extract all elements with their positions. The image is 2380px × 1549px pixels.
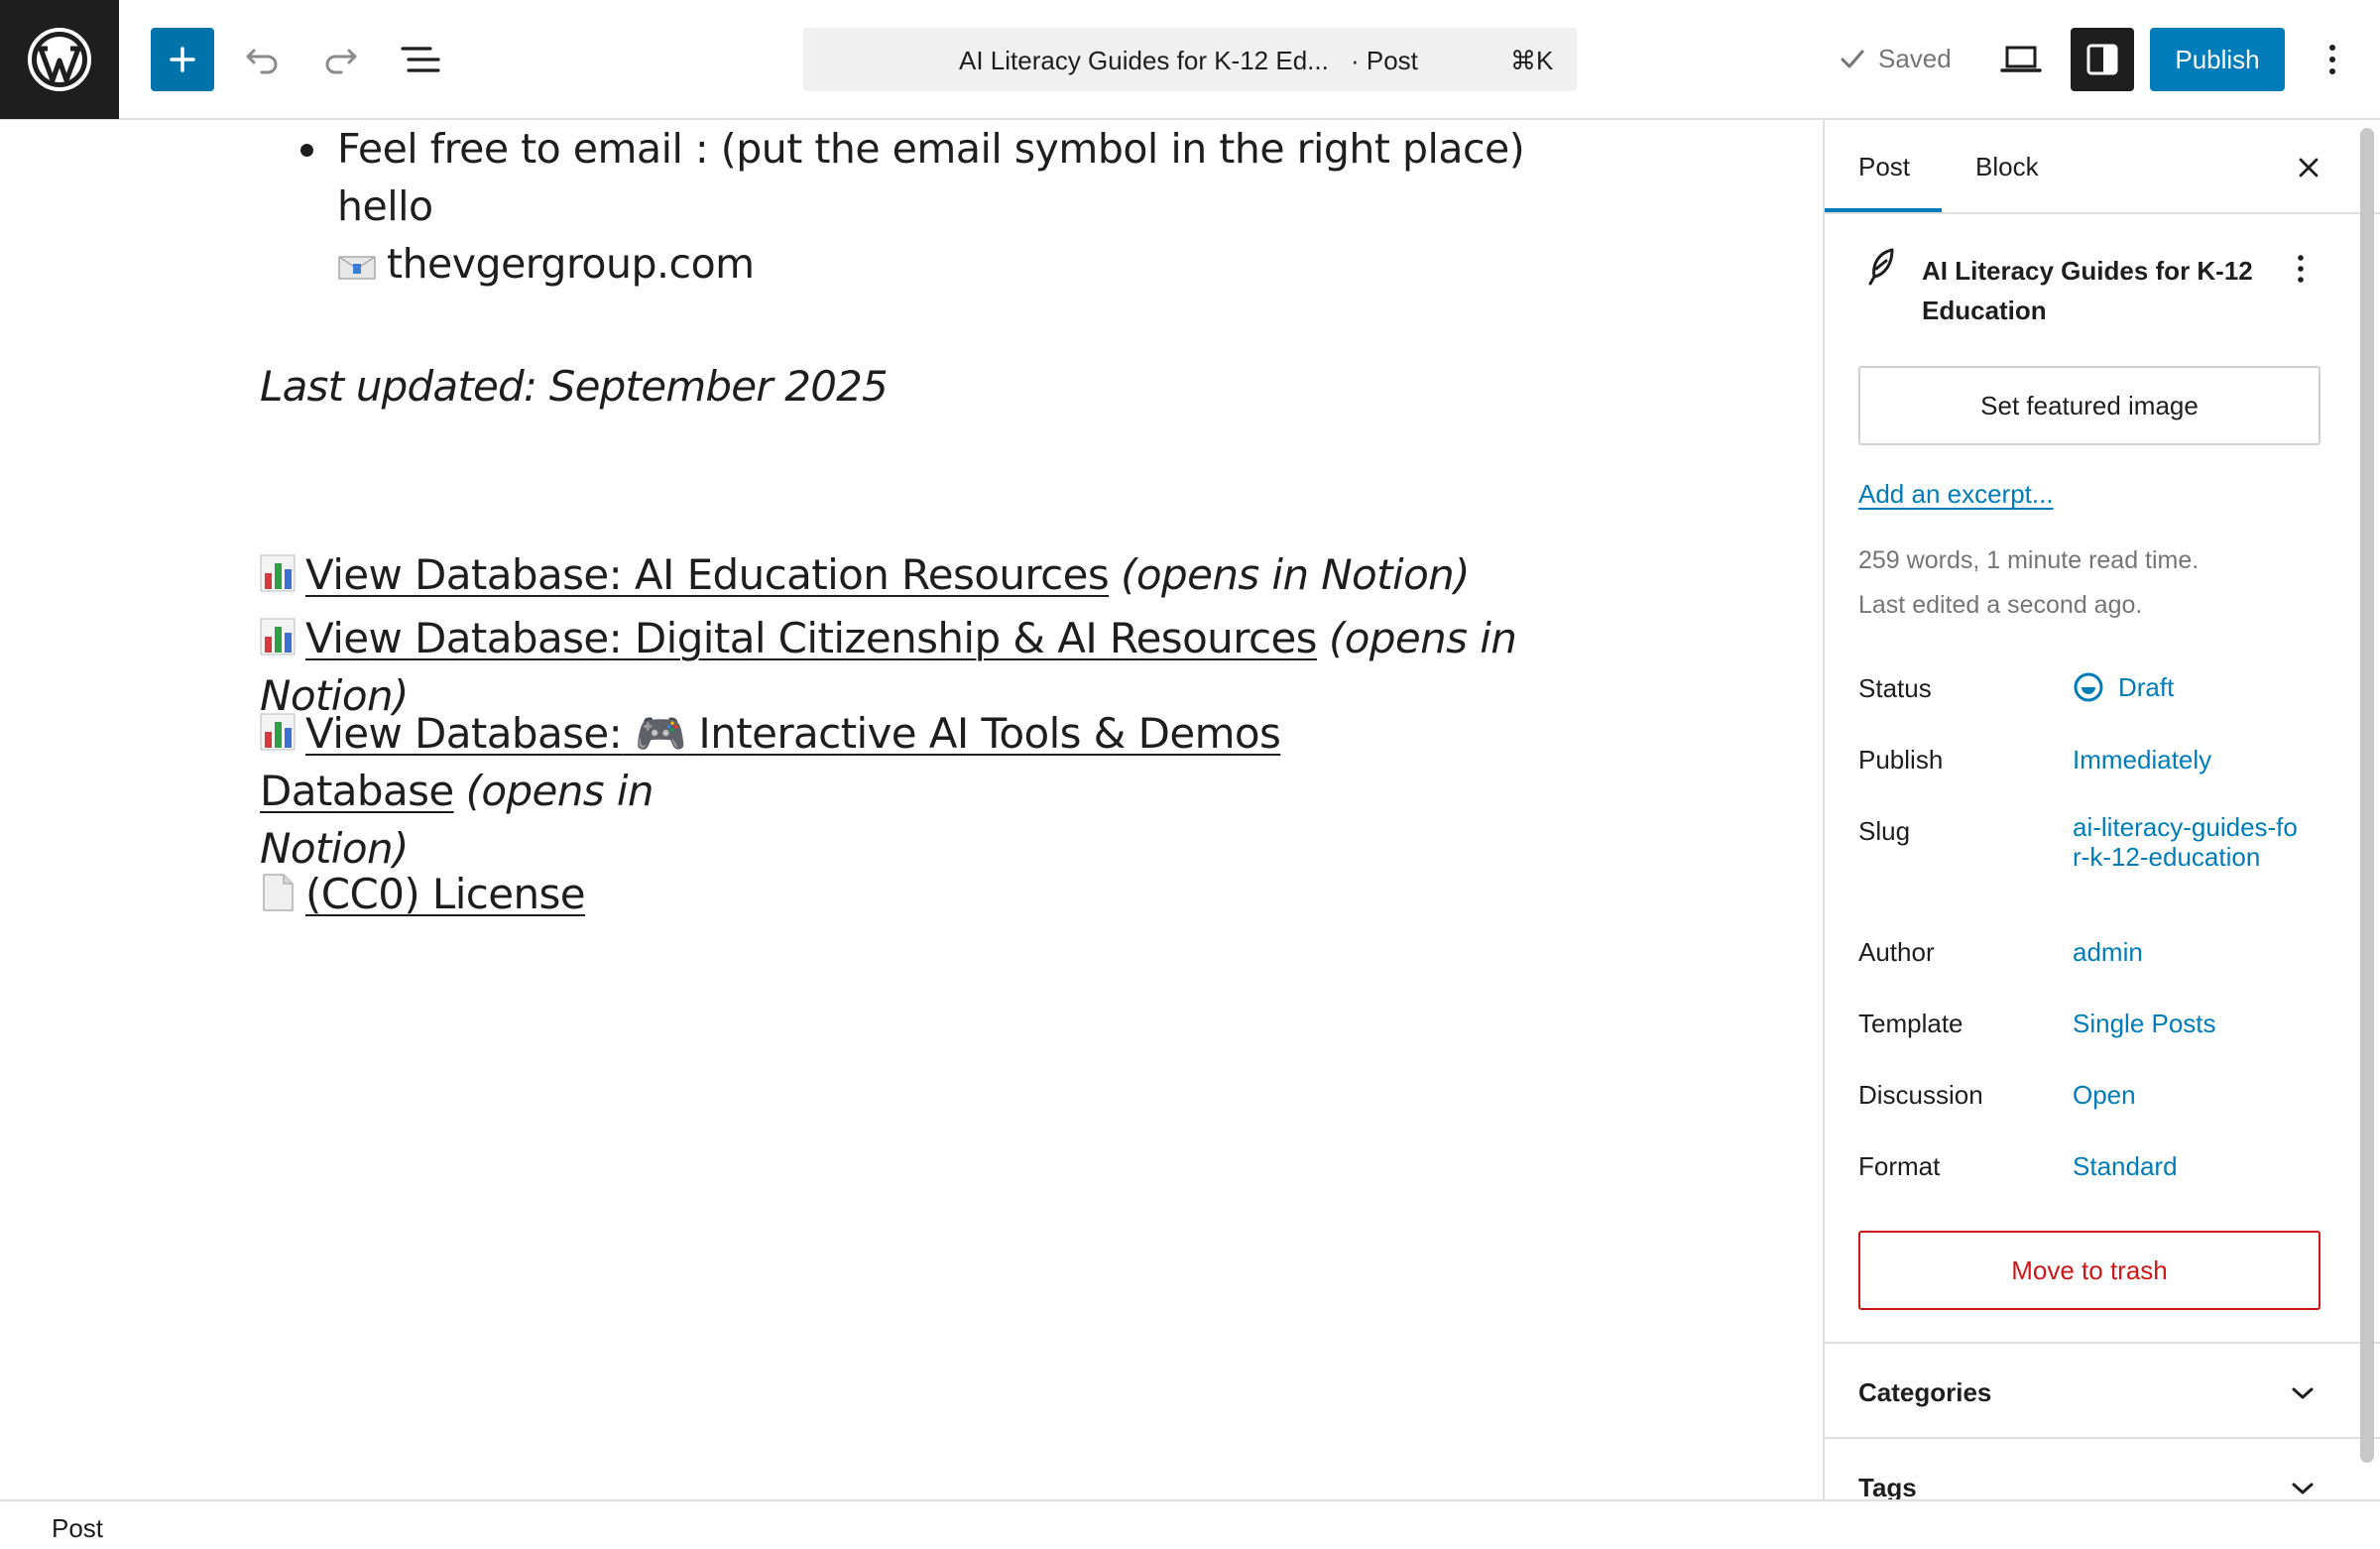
status-value-button[interactable]: Draft [2073,671,2174,703]
database-link-digital-citizenship[interactable]: View Database: Digital Citizenship & AI … [305,614,1318,662]
command-post-type: · Post [1351,46,1418,75]
license-row: (CC0) License [260,866,1569,923]
publish-button[interactable]: Publish [2150,28,2285,91]
view-button[interactable] [1989,28,2053,91]
close-sidebar-button[interactable] [2285,144,2332,191]
email-list-item[interactable]: Feel free to email : (put the email symb… [337,120,1527,293]
document-icon [263,874,294,911]
discussion-button[interactable]: Open [2073,1080,2136,1111]
categories-panel-toggle[interactable]: Categories [1858,1377,1991,1408]
sidebar-tabs: Post Block [1825,120,2380,214]
format-button[interactable]: Standard [2073,1151,2178,1182]
link-prefix: View Database: [305,709,623,758]
tags-panel-toggle[interactable]: Tags [1858,1473,1917,1499]
chevron-down-icon [2292,1483,2314,1494]
post-card-title: AI Literacy Guides for K-12 Education [1922,256,2253,325]
license-link[interactable]: (CC0) License [305,870,586,918]
list-bullet [300,144,313,157]
post-actions-button[interactable] [2281,249,2320,289]
tab-block[interactable]: Block [1975,152,2039,182]
categories-chevron-button[interactable] [2283,1373,2322,1413]
database-link-row: View Database: 🎮 Interactive AI Tools & … [260,705,1569,878]
redo-icon [325,49,357,74]
set-featured-image-button[interactable]: Set featured image [1858,366,2320,445]
slug-label: Slug [1858,816,1911,846]
command-shortcut: ⌘K [1510,46,1554,75]
move-to-trash-button[interactable]: Move to trash [1858,1231,2320,1310]
wordpress-logo-icon[interactable] [0,0,119,119]
slug-button[interactable]: ai-literacy-guides-for-k-12-education [2073,812,2301,872]
tab-post[interactable]: Post [1858,152,1910,182]
post-feather-icon [1868,248,1894,286]
bar-chart-icon [260,618,296,655]
database-link-interactive-tools[interactable]: View Database: 🎮 Interactive AI Tools & … [260,709,1281,815]
more-vertical-icon [2329,45,2335,74]
close-icon [2299,158,2319,178]
email-line-text: Feel free to email : (put the email symb… [337,125,1525,230]
publish-label: Publish [1858,745,1944,774]
command-palette-bar[interactable]: AI Literacy Guides for K-12 Ed... · Post… [803,28,1577,91]
bar-chart-icon [260,554,296,592]
bar-chart-icon [260,713,296,751]
database-link-ai-education[interactable]: View Database: AI Education Resources [305,550,1110,599]
document-overview-button[interactable] [389,28,452,91]
saved-indicator: Saved [1839,44,1952,74]
status-label: Status [1858,673,1932,703]
redo-button[interactable] [309,28,373,91]
draft-status-icon [2074,672,2103,702]
author-label: Author [1858,937,1935,967]
tags-chevron-button[interactable] [2283,1469,2322,1499]
active-tab-indicator [1825,208,1942,212]
discussion-label: Discussion [1858,1080,1983,1110]
options-menu-button[interactable] [2301,28,2364,91]
sidebar-settings-icon [2086,44,2118,75]
more-vertical-icon [2298,255,2304,283]
desktop-view-icon [2000,46,2042,72]
database-link-row: View Database: AI Education Resources (op… [260,546,1569,604]
format-label: Format [1858,1151,1941,1181]
envelope-icon [338,256,376,280]
last-edited-text: Last edited a second ago. [1858,591,2143,619]
panel-divider [1825,1437,2380,1439]
undo-button[interactable] [230,28,294,91]
author-button[interactable]: admin [2073,937,2143,968]
sidebar-scrollbar[interactable] [2360,128,2374,1463]
game-controller-icon: 🎮 [634,709,686,758]
settings-toggle-button[interactable] [2071,28,2134,91]
editor-header: AI Literacy Guides for K-12 Ed... · Post… [0,0,2380,120]
publish-date-button[interactable]: Immediately [2073,745,2211,775]
settings-sidebar: Post Block AI Literacy Guides for K-12 E… [1823,120,2380,1499]
opens-note-part1: (opens in [465,767,654,815]
breadcrumb-post[interactable]: Post [52,1513,103,1544]
block-breadcrumb-bar: Post [0,1499,2380,1549]
opens-in-notion-note: (opens in Notion) [1121,550,1470,599]
undo-icon [246,49,278,74]
status-value-text: Draft [2118,671,2175,702]
email-domain-text: thevgergroup.com [387,240,755,288]
chevron-down-icon [2292,1387,2314,1399]
template-label: Template [1858,1009,1964,1038]
template-button[interactable]: Single Posts [2073,1009,2216,1039]
last-updated-text: Last updated: September 2025 [260,362,889,411]
plus-icon [170,47,195,72]
list-view-icon [401,47,440,72]
panel-divider [1825,1342,2380,1344]
command-post-title: AI Literacy Guides for K-12 Ed... [959,46,1329,75]
add-block-button[interactable] [151,28,214,91]
check-icon [1841,50,1864,67]
word-count-text: 259 words, 1 minute read time. [1858,546,2200,574]
editor-canvas[interactable]: Feel free to email : (put the email symb… [0,120,1795,1499]
saved-label: Saved [1878,44,1952,73]
add-excerpt-link[interactable]: Add an excerpt... [1858,479,2054,510]
